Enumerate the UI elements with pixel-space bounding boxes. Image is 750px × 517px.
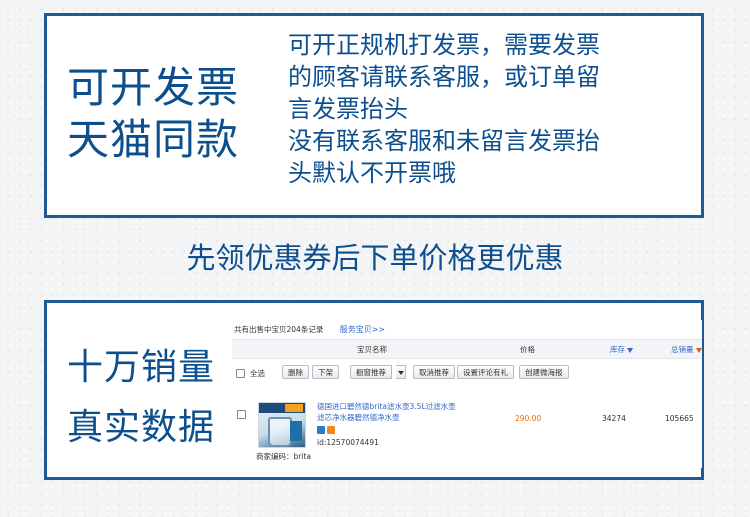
- coupon-banner-text: 先领优惠券后下单价格更优惠: [186, 241, 564, 275]
- column-stock[interactable]: 库存: [610, 344, 633, 355]
- record-summary: 共有出售中宝贝204条记录 服务宝贝>>: [234, 324, 385, 335]
- delete-button[interactable]: 删除: [282, 365, 309, 379]
- item-total-sales: 105665: [665, 414, 694, 423]
- invoice-title: 可开发票 天猫同款: [67, 62, 267, 166]
- product-title-link[interactable]: 德国进口碧然德brita滤水壶3.5L过滤水壶 滤芯净水器碧然德净水壶: [317, 401, 467, 423]
- item-id: id:12570074491: [317, 438, 379, 447]
- sales-screenshot: 共有出售中宝贝204条记录 服务宝贝>> 宝贝名称 价格 库存 总销量 全选 删…: [232, 320, 702, 468]
- window-recommend-dropdown[interactable]: [396, 365, 406, 379]
- item-service-icons: [317, 426, 337, 436]
- invoice-title-line-2: 天猫同款: [67, 115, 240, 164]
- product-thumbnail[interactable]: [258, 402, 306, 448]
- select-all-label: 全选: [250, 369, 265, 378]
- window-recommend-button[interactable]: 橱窗推荐: [350, 365, 392, 379]
- item-price: 290.00: [515, 414, 542, 423]
- invoice-desc-line-4: 没有联系客服和未留言发票抬: [288, 127, 600, 155]
- record-count-text: 共有出售中宝贝204条记录: [234, 325, 324, 334]
- invoice-panel: 可开发票 天猫同款 可开正规机打发票，需要发票 的顾客请联系客服，或订单留 言发…: [44, 13, 704, 218]
- table-row: 商家编码：brita 德国进口碧然德brita滤水壶3.5L过滤水壶 滤芯净水器…: [232, 392, 702, 468]
- invoice-title-line-1: 可开发票: [67, 63, 240, 112]
- delist-button[interactable]: 下架: [312, 365, 339, 379]
- table-header: 宝贝名称 价格 库存 总销量: [232, 339, 702, 359]
- column-total-sales[interactable]: 总销量: [671, 344, 702, 355]
- merchant-code: 商家编码：brita: [256, 452, 311, 461]
- water-pitcher-image: [268, 417, 292, 447]
- caret-down-icon: [398, 371, 404, 375]
- sort-arrow-icon: [627, 347, 633, 353]
- cancel-recommend-button[interactable]: 取消推荐: [413, 365, 455, 379]
- column-price: 价格: [520, 345, 535, 354]
- item-stock: 34274: [602, 414, 626, 423]
- create-poster-button[interactable]: 创建微海报: [519, 365, 569, 379]
- promotion-icon: [327, 426, 335, 434]
- sort-desc-arrow-icon: [695, 347, 702, 353]
- select-all-checkbox[interactable]: [236, 369, 245, 378]
- row-checkbox[interactable]: [237, 410, 246, 419]
- invoice-desc-line-3: 言发票抬头: [288, 95, 408, 123]
- column-sales-label: 总销量: [671, 345, 694, 354]
- review-gift-button[interactable]: 设置评论有礼: [457, 365, 514, 379]
- invoice-description: 可开正规机打发票，需要发票 的顾客请联系客服，或订单留 言发票抬头 没有联系客服…: [288, 29, 698, 189]
- invoice-desc-line-1: 可开正规机打发票，需要发票: [288, 31, 600, 59]
- column-item-name: 宝贝名称: [357, 345, 387, 354]
- bulk-toolbar: 全选 删除 下架 橱窗推荐 取消推荐 设置评论有礼 创建微海报: [232, 364, 702, 382]
- sales-panel: 十万销量 真实数据 共有出售中宝贝204条记录 服务宝贝>> 宝贝名称 价格 库…: [44, 300, 704, 480]
- service-items-link[interactable]: 服务宝贝>>: [340, 325, 385, 334]
- column-stock-label: 库存: [610, 345, 625, 354]
- mobile-icon: [317, 426, 325, 434]
- invoice-desc-line-5: 头默认不开票哦: [288, 159, 456, 187]
- invoice-desc-line-2: 的顾客请联系客服，或订单留: [288, 63, 600, 91]
